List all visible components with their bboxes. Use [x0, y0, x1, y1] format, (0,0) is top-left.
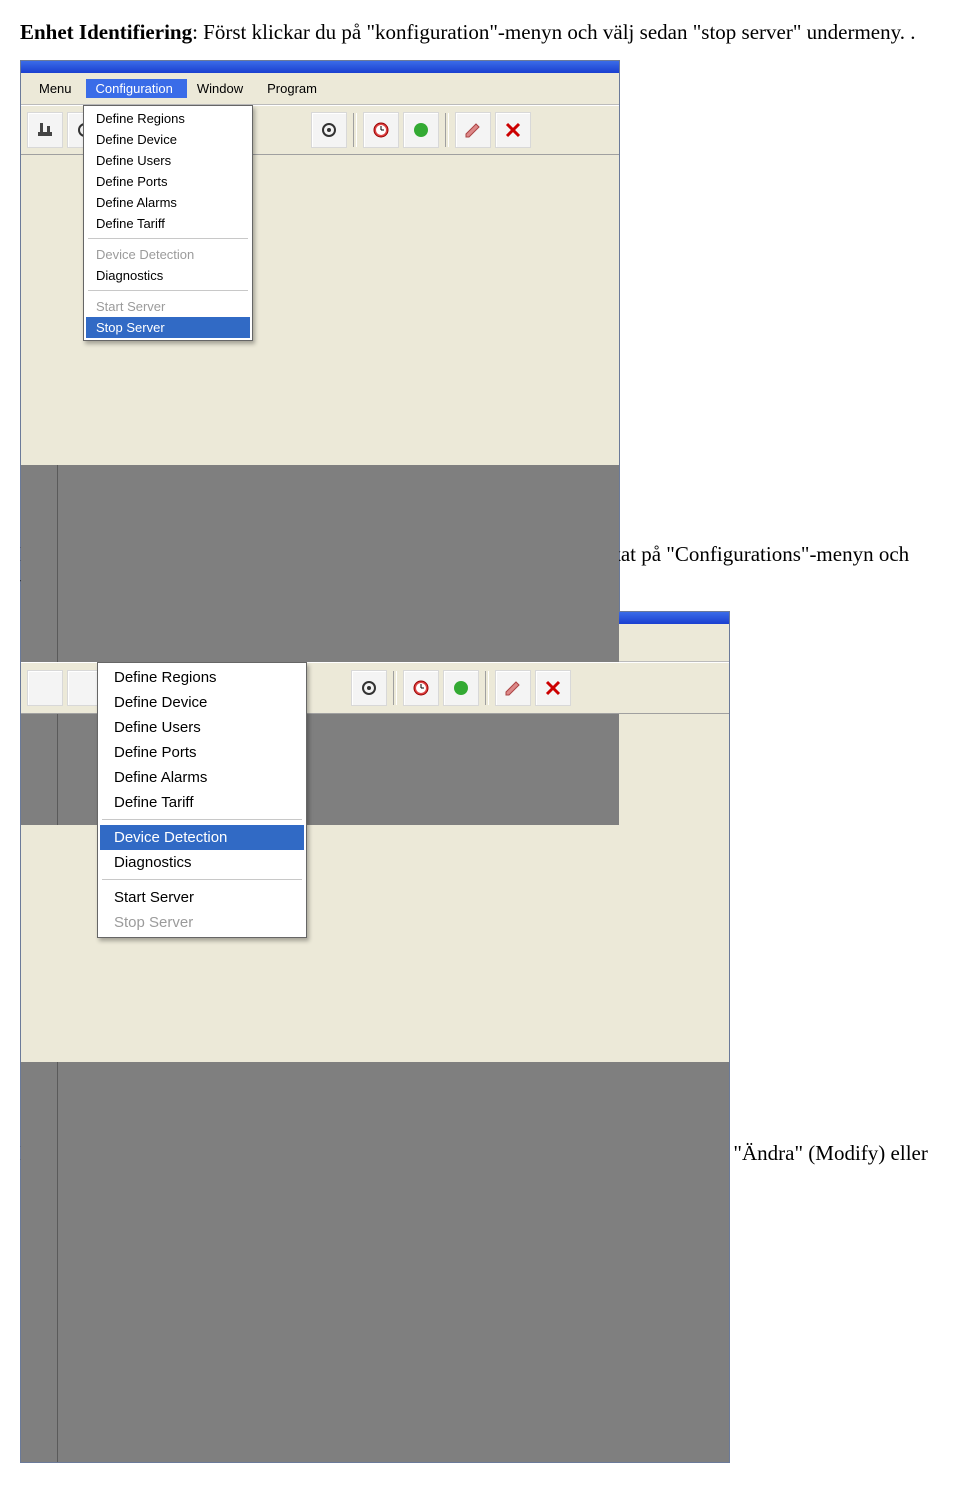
dropdown-item-define-ports[interactable]: Define Ports	[100, 740, 304, 765]
screenshot-stop-server: Menu Configuration Window Program	[20, 60, 620, 512]
toolbar-separator	[445, 113, 449, 147]
work-area	[58, 1062, 729, 1462]
dropdown-item-define-alarms[interactable]: Define Alarms	[100, 765, 304, 790]
dropdown-item-diagnostics[interactable]: Diagnostics	[86, 265, 250, 286]
dropdown-item-define-tariff[interactable]: Define Tariff	[100, 790, 304, 815]
menu-item-program[interactable]: Program	[257, 79, 331, 98]
paragraph-1-rest: : Först klickar du på "konfiguration"-me…	[192, 20, 915, 44]
toolbar-button-green-icon[interactable]	[403, 112, 439, 148]
toolbar-button-close-icon[interactable]	[495, 112, 531, 148]
screenshot-device-detection: Menu Configuration Window Program	[20, 611, 730, 1111]
configuration-dropdown: Define Regions Define Device Define User…	[83, 105, 253, 341]
toolbar-button-pencil-icon[interactable]	[495, 670, 531, 706]
dropdown-separator	[88, 290, 248, 292]
menu-item-window[interactable]: Window	[187, 79, 257, 98]
toolbar-button-gear2-icon[interactable]	[311, 112, 347, 148]
toolbar-button-pencil-icon[interactable]	[455, 112, 491, 148]
menu-bar: Menu Configuration Window Program	[21, 73, 619, 105]
dropdown-item-start-server[interactable]: Start Server	[100, 885, 304, 910]
toolbar-button-green-icon[interactable]	[443, 670, 479, 706]
toolbar-button-clock-icon[interactable]	[403, 670, 439, 706]
dropdown-item-define-tariff[interactable]: Define Tariff	[86, 213, 250, 234]
dropdown-item-diagnostics[interactable]: Diagnostics	[100, 850, 304, 875]
menu-item-menu[interactable]: Menu	[29, 79, 86, 98]
toolbar-separator	[353, 113, 357, 147]
dropdown-separator	[102, 879, 302, 881]
dropdown-item-stop-server[interactable]: Stop Server	[86, 317, 250, 338]
configuration-dropdown: Define Regions Define Device Define User…	[97, 662, 307, 938]
toolbar-separator	[485, 671, 489, 705]
left-gutter	[21, 1062, 58, 1462]
dropdown-item-define-regions[interactable]: Define Regions	[86, 108, 250, 129]
toolbar-button-1[interactable]	[27, 112, 63, 148]
toolbar-button-clock-icon[interactable]	[363, 112, 399, 148]
dropdown-item-define-users[interactable]: Define Users	[100, 715, 304, 740]
dropdown-item-start-server: Start Server	[86, 296, 250, 317]
toolbar-button-gear2-icon[interactable]	[351, 670, 387, 706]
dropdown-item-device-detection[interactable]: Device Detection	[100, 825, 304, 850]
dropdown-item-device-detection: Device Detection	[86, 244, 250, 265]
dropdown-item-define-device[interactable]: Define Device	[100, 690, 304, 715]
dropdown-item-define-alarms[interactable]: Define Alarms	[86, 192, 250, 213]
paragraph-1-prefix: Enhet Identifiering	[20, 20, 192, 44]
window-titlebar	[21, 61, 619, 73]
dropdown-item-stop-server: Stop Server	[100, 910, 304, 935]
menu-item-configuration[interactable]: Configuration	[86, 79, 187, 98]
dropdown-item-define-ports[interactable]: Define Ports	[86, 171, 250, 192]
dropdown-item-define-regions[interactable]: Define Regions	[100, 665, 304, 690]
dropdown-item-define-device[interactable]: Define Device	[86, 129, 250, 150]
dropdown-item-define-users[interactable]: Define Users	[86, 150, 250, 171]
dropdown-separator	[102, 819, 302, 821]
paragraph-1: Enhet Identifiering: Först klickar du på…	[20, 18, 940, 46]
toolbar-separator	[393, 671, 397, 705]
toolbar-button-1[interactable]	[27, 670, 63, 706]
dropdown-separator	[88, 238, 248, 240]
toolbar-button-close-icon[interactable]	[535, 670, 571, 706]
